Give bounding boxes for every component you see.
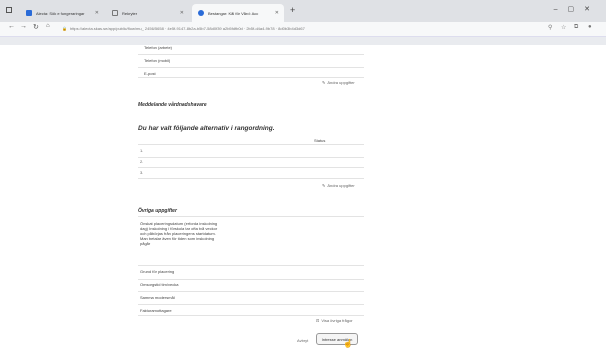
browser-tab-1[interactable]: Alecta: Sök e fungeraringar ✕ (20, 4, 104, 22)
choice-row-1: 1. (140, 148, 144, 153)
choice-row-3: 3. (140, 170, 144, 175)
browser-tab-bar: Alecta: Sök e fungeraringar ✕ Rekryter ✕… (0, 0, 606, 22)
divider (138, 315, 364, 316)
tab-label: Alecta: Sök e fungeraringar (36, 10, 85, 16)
show-more-link[interactable]: ⊡ Visa övriga frågor (316, 318, 353, 323)
guardian-message-heading: Meddelande vårdnadshavare (138, 102, 207, 108)
page-content: Telefon (arbete) Telefon (mobil) E-post … (0, 45, 606, 348)
window-controls-icon[interactable]: –▢✕ (554, 5, 600, 13)
url-field[interactable]: 🔒 https://alecta.skas.se/app/public/flow/… (62, 24, 544, 34)
divider (138, 216, 364, 217)
new-tab-icon[interactable]: + (290, 5, 295, 15)
email-label: E-post (144, 71, 156, 76)
cancel-button[interactable]: Avbryt (297, 338, 308, 343)
pencil-icon: ✎ (322, 183, 326, 188)
divider (138, 279, 364, 280)
forward-icon[interactable]: → (20, 23, 27, 30)
divider (138, 54, 364, 55)
status-column-header: Status (314, 138, 326, 143)
question-icon: ⊡ (316, 318, 320, 323)
hours-label: Omsorgstid tim/vecka (140, 282, 179, 287)
phone-mobile-label: Telefon (mobil) (144, 58, 171, 63)
collections-icon[interactable]: ⧉ (574, 24, 578, 31)
tab-label: Rekryter (122, 10, 138, 16)
reload-icon[interactable]: ↻ (33, 23, 39, 31)
window-menu-icon[interactable] (6, 7, 12, 13)
lock-icon: 🔒 (62, 26, 67, 31)
invoice-recipient-label: Fakturamottagare (140, 308, 172, 313)
divider (138, 304, 364, 305)
divider (138, 77, 364, 78)
browser-tab-3[interactable]: Bestangar: Kål för Vård: Acc ✕ (192, 4, 284, 22)
divider (138, 157, 364, 158)
other-info-heading: Övriga uppgifter (138, 208, 177, 214)
language-label: Samma modersmål (140, 295, 175, 300)
divider (138, 291, 364, 292)
browser-tab-2[interactable]: Rekryter ✕ (106, 4, 190, 22)
choices-heading: Du har valt följande alternativ i rangor… (138, 125, 275, 132)
browser-address-bar: ← → ↻ ⌂ 🔒 https://alecta.skas.se/app/publ… (0, 22, 606, 37)
home-icon[interactable]: ⌂ (46, 23, 50, 29)
tab-label: Bestangar: Kål för Vård: Acc (208, 10, 259, 16)
phone-work-label: Telefon (arbete) (144, 45, 173, 50)
site-favicon-icon (26, 10, 32, 16)
divider (138, 144, 364, 145)
edit-contact-link[interactable]: ✎ Ändra uppgifter (322, 80, 355, 85)
page-favicon-icon (112, 10, 118, 16)
extensions-icon[interactable]: ⚲ (548, 24, 552, 31)
divider (138, 265, 364, 266)
choice-row-2: 2. (140, 159, 144, 164)
divider (138, 67, 364, 68)
pencil-icon: ✎ (322, 80, 326, 85)
close-icon[interactable]: ✕ (95, 10, 99, 16)
close-icon[interactable]: ✕ (275, 10, 279, 16)
divider (138, 167, 364, 168)
site-favicon-icon (198, 10, 204, 16)
start-date-info: Önskat placeringsdatum (erforda inskolni… (140, 221, 218, 246)
favorites-bar (0, 37, 606, 45)
favorites-icon[interactable]: ☆ (561, 24, 566, 31)
profile-icon[interactable]: ● (588, 24, 592, 30)
edit-choices-link[interactable]: ✎ Ändra uppgifter (322, 183, 355, 188)
back-icon[interactable]: ← (8, 23, 15, 30)
divider (138, 178, 364, 179)
close-icon[interactable]: ✕ (180, 10, 184, 16)
reason-label: Grund för placering (140, 269, 175, 274)
